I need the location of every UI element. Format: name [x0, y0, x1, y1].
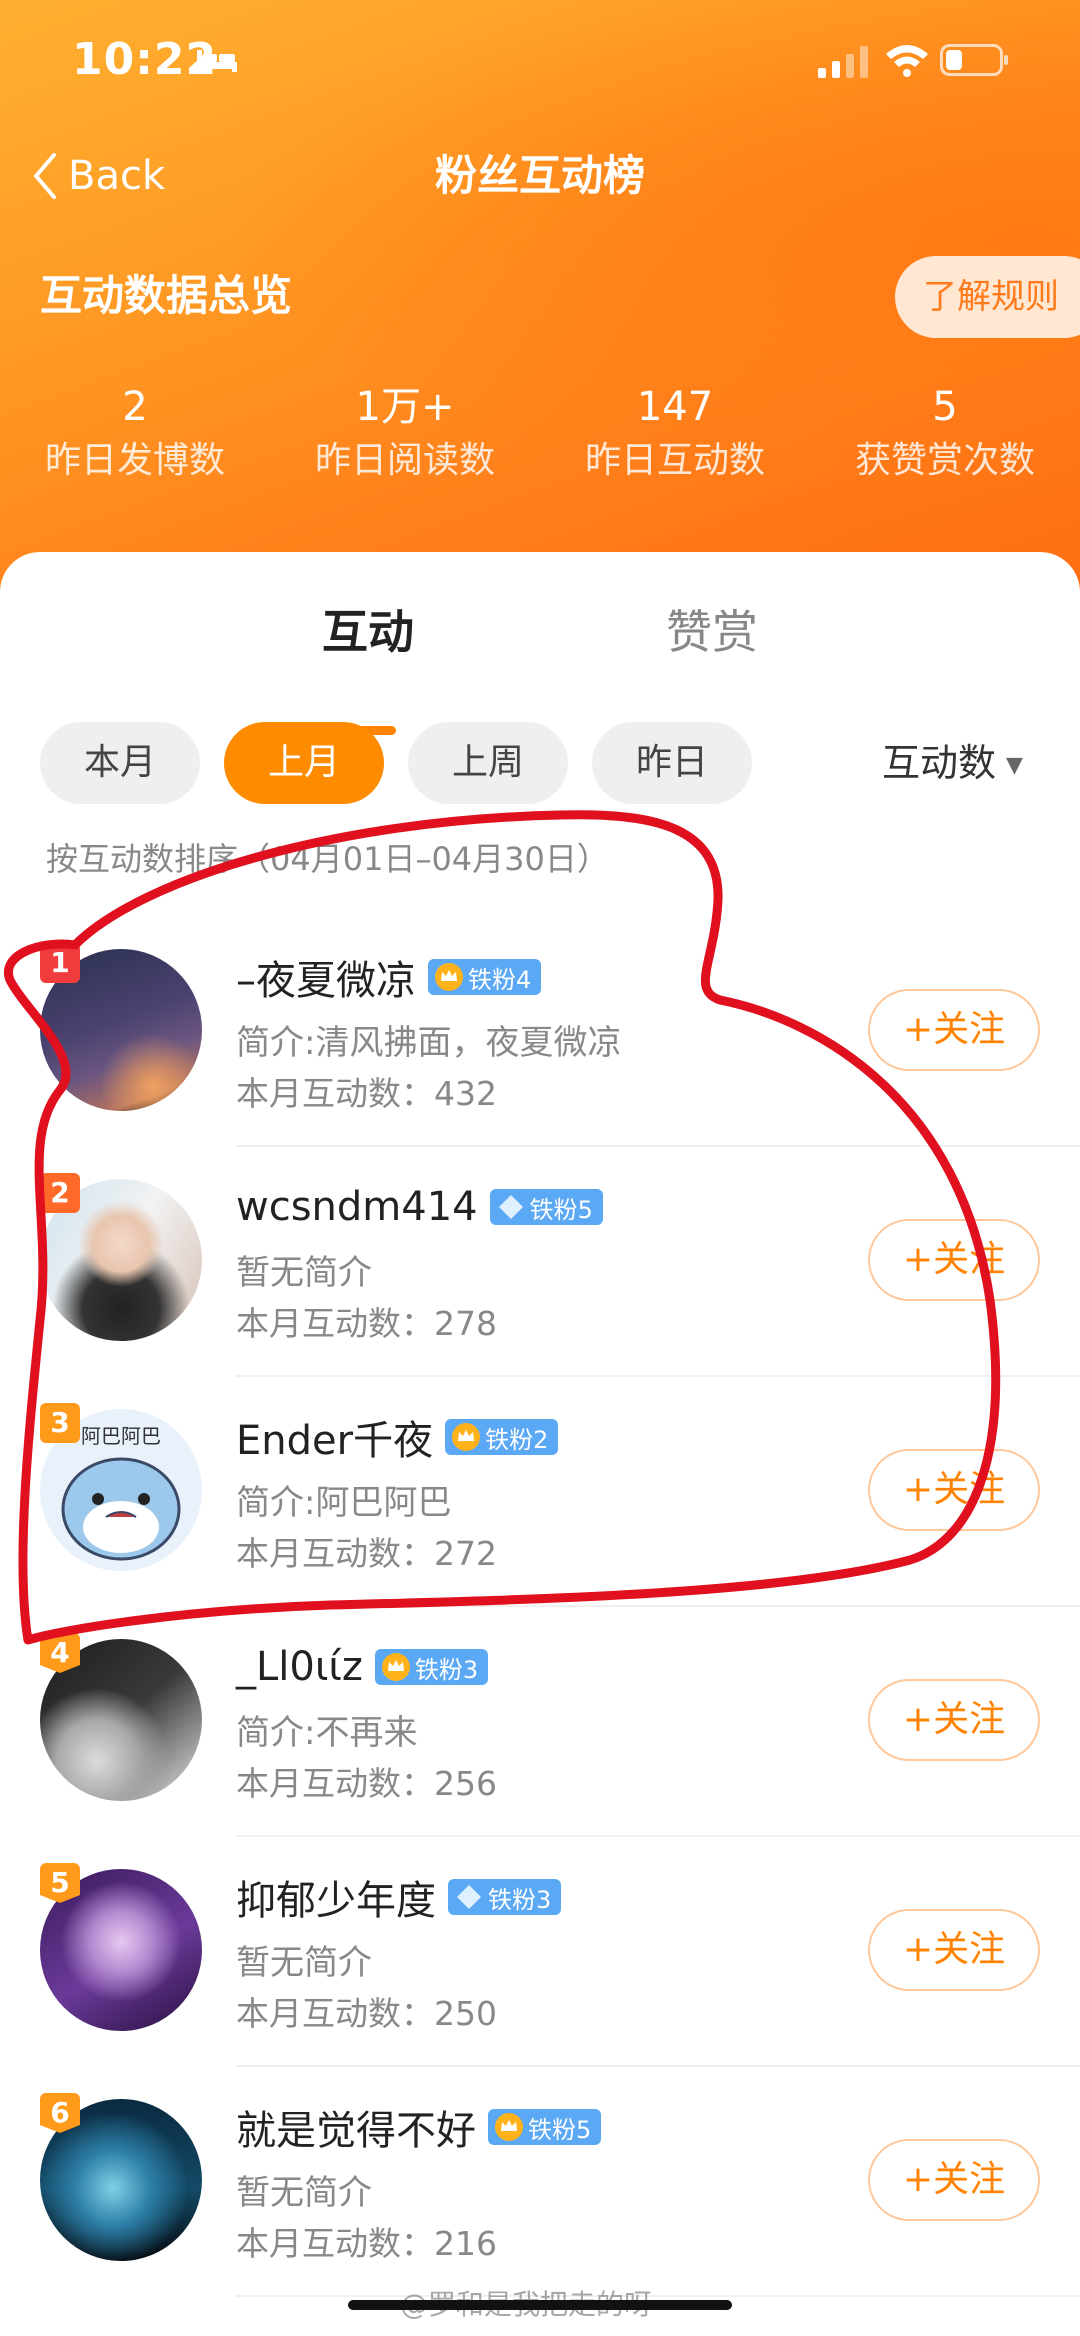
battery-icon — [940, 44, 1008, 76]
fan-bio: 简介:不再来 — [236, 1713, 418, 1753]
fan-count: 本月互动数：256 — [236, 1764, 497, 1803]
follow-button[interactable]: +关注 — [868, 2139, 1040, 2221]
fan-name[interactable]: Ender千夜 — [236, 1408, 433, 1466]
follow-button[interactable]: +关注 — [868, 1909, 1040, 1991]
rank-badge: 4 — [40, 1633, 80, 1673]
rank-badge: 1 — [40, 943, 80, 983]
follow-button[interactable]: +关注 — [868, 989, 1040, 1071]
stat-value: 2 — [122, 384, 148, 430]
fan-badge: 铁粉3 — [448, 1879, 562, 1915]
list-item[interactable]: 1 –夜夏微凉 铁粉4 简介:清风拂面，夜夏微凉 本月互动数：432 +关注 — [0, 917, 1080, 1147]
filter-this-month[interactable]: 本月 — [40, 722, 200, 804]
badge-label: 铁粉2 — [485, 1425, 549, 1454]
name-line: wcsndm414 铁粉5 — [236, 1177, 603, 1237]
stat-label: 昨日发博数 — [44, 440, 225, 481]
crown-icon — [435, 963, 463, 991]
fan-badge: 铁粉5 — [488, 2109, 602, 2145]
list-item[interactable]: 阿巴阿巴 3 Ender千夜 铁粉2 简介:阿巴阿巴 本月互动数：272 +关注 — [0, 1377, 1080, 1607]
badge-label: 铁粉5 — [529, 1195, 593, 1224]
bed-icon — [197, 50, 237, 72]
sort-label: 互动数 — [882, 741, 997, 785]
stat-label: 昨日阅读数 — [314, 440, 495, 481]
home-indicator[interactable] — [348, 2300, 732, 2310]
badge-label: 铁粉5 — [528, 2115, 592, 2144]
fan-bio: 暂无简介 — [236, 2173, 372, 2213]
crown-icon — [381, 1653, 410, 1681]
badge-label: 铁粉3 — [488, 1885, 552, 1914]
stat-posts: 2 昨日发博数 — [0, 380, 270, 488]
stat-interactions: 147 昨日互动数 — [540, 380, 810, 488]
fan-count: 本月互动数：216 — [236, 2224, 497, 2263]
stat-label: 昨日互动数 — [584, 440, 765, 481]
stat-reads: 1万+ 昨日阅读数 — [270, 380, 540, 488]
follow-button[interactable]: +关注 — [868, 1679, 1040, 1761]
sort-dropdown[interactable]: 互动数 ▼ — [882, 736, 1023, 793]
fan-name[interactable]: 抑郁少年度 — [236, 1868, 436, 1926]
name-line: _Ll0ιίz 铁粉3 — [236, 1637, 489, 1697]
sort-description: 按互动数排序（04月01日–04月30日） — [46, 840, 609, 878]
follow-button[interactable]: +关注 — [868, 1449, 1040, 1531]
stat-value: 1万+ — [355, 384, 455, 430]
ranking-panel: 互动 赞赏 本月 上月 上周 昨日 互动数 ▼ 按互动数排序（04月01日–04月… — [0, 552, 1080, 2336]
tab-bar: 互动 赞赏 — [0, 600, 1080, 735]
cellular-signal-icon — [818, 46, 868, 78]
name-line: Ender千夜 铁粉2 — [236, 1407, 559, 1467]
status-bar: 10:22 — [0, 0, 1080, 120]
rules-button[interactable]: 了解规则 — [895, 256, 1080, 338]
fan-badge: 铁粉4 — [428, 959, 542, 995]
fan-name[interactable]: –夜夏微凉 — [236, 948, 416, 1006]
fan-bio: 暂无简介 — [236, 1943, 372, 1983]
crown-icon — [495, 2113, 523, 2141]
fan-bio: 简介:清风拂面，夜夏微凉 — [236, 1023, 622, 1063]
rank-badge: 2 — [40, 1173, 80, 1213]
rank-badge: 3 — [40, 1403, 80, 1443]
fan-badge: 铁粉5 — [489, 1189, 603, 1225]
caret-down-icon: ▼ — [1006, 752, 1023, 778]
fan-bio: 暂无简介 — [236, 1253, 372, 1293]
page-title: 粉丝互动榜 — [434, 151, 645, 200]
stat-label: 获赞赏次数 — [854, 440, 1035, 481]
tab-reward[interactable]: 赞赏 — [666, 600, 758, 664]
list-item[interactable]: 4 _Ll0ιίz 铁粉3 简介:不再来 本月互动数：256 +关注 — [0, 1607, 1080, 1837]
fan-badge: 铁粉3 — [374, 1649, 489, 1685]
fan-bio: 简介:阿巴阿巴 — [236, 1483, 452, 1523]
diamond-icon — [498, 1195, 523, 1219]
crown-icon — [452, 1423, 481, 1451]
fan-count: 本月互动数：278 — [236, 1304, 497, 1343]
fan-name[interactable]: 就是觉得不好 — [236, 2098, 476, 2156]
filter-last-month[interactable]: 上月 — [224, 722, 384, 804]
name-line: 就是觉得不好 铁粉5 — [236, 2097, 602, 2157]
stat-value: 147 — [636, 384, 714, 430]
name-line: 抑郁少年度 铁粉3 — [236, 1867, 562, 1927]
fan-name[interactable]: _Ll0ιίz — [236, 1644, 363, 1690]
tab-interact[interactable]: 互动 — [322, 600, 414, 664]
fan-badge: 铁粉2 — [445, 1419, 559, 1455]
filter-last-week[interactable]: 上周 — [408, 722, 568, 804]
filter-yesterday[interactable]: 昨日 — [592, 722, 752, 804]
badge-label: 铁粉3 — [414, 1655, 479, 1684]
stat-rewards: 5 获赞赏次数 — [810, 380, 1080, 488]
fan-name[interactable]: wcsndm414 — [236, 1184, 478, 1230]
name-line: –夜夏微凉 铁粉4 — [236, 947, 542, 1007]
overview-title: 互动数据总览 — [40, 271, 293, 320]
list-item[interactable]: 5 抑郁少年度 铁粉3 暂无简介 本月互动数：250 +关注 — [0, 1837, 1080, 2067]
fan-count: 本月互动数：432 — [236, 1074, 497, 1113]
follow-button[interactable]: +关注 — [868, 1219, 1040, 1301]
divider — [236, 2295, 1080, 2297]
rank-badge: 6 — [40, 2093, 80, 2133]
header: 10:22 Back 粉丝互动榜 互动数据总览 了解规则 2 昨日发博数 1万+… — [0, 0, 1080, 600]
badge-label: 铁粉4 — [468, 965, 532, 994]
stats-row: 2 昨日发博数 1万+ 昨日阅读数 147 昨日互动数 5 获赞赏次数 — [0, 380, 1080, 488]
stat-value: 5 — [932, 384, 958, 430]
list-item[interactable]: 6 就是觉得不好 铁粉5 暂无简介 本月互动数：216 +关注 — [0, 2067, 1080, 2297]
fan-count: 本月互动数：250 — [236, 1994, 497, 2033]
diamond-icon — [457, 1885, 481, 1909]
fan-list: 1 –夜夏微凉 铁粉4 简介:清风拂面，夜夏微凉 本月互动数：432 +关注 2… — [0, 917, 1080, 2297]
rank-badge: 5 — [40, 1863, 80, 1903]
wifi-icon — [886, 45, 928, 77]
list-item[interactable]: 2 wcsndm414 铁粉5 暂无简介 本月互动数：278 +关注 — [0, 1147, 1080, 1377]
fan-count: 本月互动数：272 — [236, 1534, 497, 1573]
svg-text:阿巴阿巴: 阿巴阿巴 — [81, 1424, 161, 1448]
